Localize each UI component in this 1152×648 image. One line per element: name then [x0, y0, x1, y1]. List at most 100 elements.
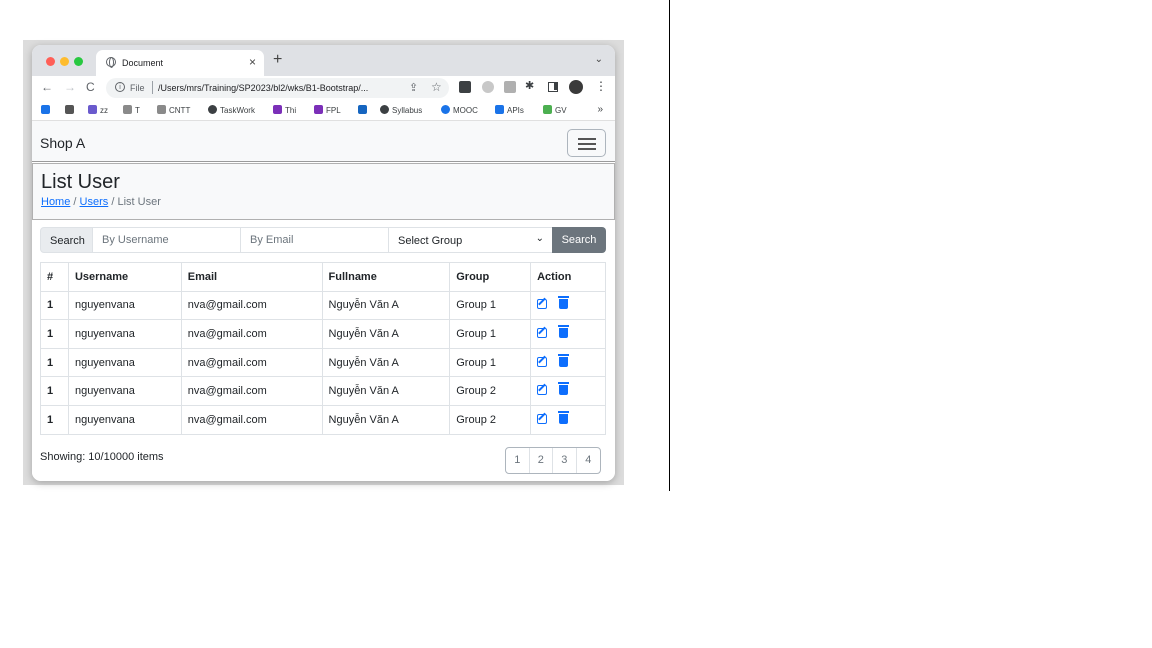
bookmark-item[interactable]: T: [123, 105, 140, 115]
profile-avatar[interactable]: [569, 80, 583, 94]
bookmark-item[interactable]: zz: [88, 105, 108, 115]
tab-search-icon[interactable]: ⌄: [595, 54, 603, 65]
cell-num: 1: [40, 290, 69, 321]
bookmark-item[interactable]: Thi: [273, 105, 296, 115]
globe-icon: [208, 105, 217, 114]
bookmark-item[interactable]: [65, 105, 77, 115]
maximize-window-button[interactable]: [74, 57, 83, 66]
cell-group: Group 1: [449, 290, 532, 321]
menu-kebab-icon[interactable]: ⋮: [595, 79, 607, 93]
search-label-text: Search: [50, 235, 85, 247]
bookmark-item[interactable]: APIs: [495, 105, 524, 115]
bookmark-item[interactable]: FPL: [314, 105, 341, 115]
bookmark-star-icon[interactable]: ☆: [431, 80, 442, 94]
extension-icon[interactable]: [482, 81, 494, 93]
username-search-input[interactable]: [92, 227, 241, 253]
trash-icon[interactable]: [558, 324, 570, 338]
breadcrumb-home-link[interactable]: Home: [41, 196, 70, 208]
column-header: Action: [530, 262, 606, 292]
cell-num: 1: [40, 376, 69, 406]
globe-icon: [380, 105, 389, 114]
email-search-input[interactable]: [240, 227, 389, 253]
minimize-window-button[interactable]: [60, 57, 69, 66]
share-icon[interactable]: ⇪: [409, 81, 418, 94]
address-bar[interactable]: i File /Users/mrs/Training/SP2023/bl2/wk…: [106, 78, 449, 98]
edit-icon[interactable]: [537, 327, 548, 338]
hamburger-icon: [578, 143, 596, 145]
cell-username: nguyenvana: [67, 290, 182, 321]
cell-fullname: Nguyễn Văn A: [321, 290, 451, 321]
cell-email: nva@gmail.com: [180, 290, 323, 321]
cell-fullname: Nguyễn Văn A: [321, 347, 451, 378]
page-link[interactable]: 4: [577, 448, 601, 473]
more-bookmarks-icon[interactable]: »: [597, 104, 603, 115]
breadcrumb-users-link[interactable]: Users: [80, 196, 109, 208]
bookmark-item[interactable]: GV: [543, 105, 567, 115]
group-select-value: Select Group: [398, 235, 463, 247]
breadcrumb-current: List User: [117, 196, 161, 208]
extension-icon[interactable]: [504, 81, 516, 93]
trello-icon: [358, 105, 367, 114]
cell-email: nva@gmail.com: [180, 319, 323, 349]
cell-actions: [530, 404, 606, 435]
cell-email: nva@gmail.com: [180, 404, 323, 435]
bookmark-item[interactable]: CNTT: [157, 105, 190, 115]
extension-icon[interactable]: [459, 81, 471, 93]
bookmark-item[interactable]: MOOC: [441, 105, 478, 115]
cell-group: Group 2: [449, 404, 532, 435]
page-link[interactable]: 2: [530, 448, 553, 473]
bookmarks-bar: zz T CNTT TaskWork Thi FPL Syllabus MOOC…: [32, 100, 615, 121]
hamburger-icon: [578, 138, 596, 140]
bookmark-label: TaskWork: [220, 106, 255, 115]
trash-icon[interactable]: [558, 353, 570, 367]
extensions-puzzle-icon[interactable]: ✱: [525, 79, 534, 92]
breadcrumb-separator: /: [111, 196, 115, 208]
bookmark-item[interactable]: [41, 105, 53, 115]
column-header: Email: [180, 262, 323, 292]
edit-icon[interactable]: [537, 299, 548, 310]
url-text[interactable]: /Users/mrs/Training/SP2023/bl2/wks/B1-Bo…: [158, 83, 368, 93]
showing-count: Showing: 10/10000 items: [40, 451, 164, 463]
close-tab-icon[interactable]: ×: [249, 55, 256, 69]
user-table: # Username Email Fullname Group Action 1…: [40, 262, 606, 435]
navbar-toggler-button[interactable]: [567, 129, 606, 157]
trash-icon[interactable]: [558, 296, 570, 310]
search-button[interactable]: Search: [552, 227, 606, 253]
new-tab-button[interactable]: +: [273, 51, 282, 69]
table-row: 1 nguyenvana nva@gmail.com Nguyễn Văn A …: [40, 404, 606, 435]
bookmark-item[interactable]: [358, 105, 370, 115]
edit-icon[interactable]: [537, 356, 548, 367]
trash-icon[interactable]: [558, 382, 570, 396]
bookmark-label: GV: [555, 106, 567, 115]
navbar-brand[interactable]: Shop A: [40, 135, 85, 151]
bookmark-item[interactable]: Syllabus: [380, 105, 422, 115]
forward-icon[interactable]: →: [64, 80, 76, 94]
divider-line: [669, 0, 670, 491]
edit-icon[interactable]: [537, 385, 548, 396]
page-link[interactable]: 1: [506, 448, 530, 473]
close-window-button[interactable]: [46, 57, 55, 66]
group-select[interactable]: Select Group ⌄: [388, 227, 553, 253]
cell-num: 1: [40, 319, 69, 349]
side-panel-icon[interactable]: [548, 82, 558, 92]
cell-actions: [530, 319, 606, 349]
cell-email: nva@gmail.com: [180, 376, 323, 406]
info-icon[interactable]: i: [115, 82, 125, 92]
folder-icon: [123, 105, 132, 114]
page-content: Shop A List User Home / Users / List Use…: [32, 121, 615, 481]
back-icon[interactable]: ←: [41, 80, 53, 94]
folder-icon: [157, 105, 166, 114]
breadcrumb-separator: /: [73, 196, 77, 208]
bookmark-label: zz: [100, 106, 108, 115]
bookmark-label: Thi: [285, 106, 297, 115]
api-icon: [495, 105, 504, 114]
cell-actions: [530, 290, 606, 321]
tab-title: Document: [122, 58, 164, 68]
page-link[interactable]: 3: [553, 448, 577, 473]
reload-icon[interactable]: C: [86, 80, 95, 94]
edit-icon[interactable]: [537, 413, 548, 424]
trash-icon[interactable]: [558, 410, 570, 424]
bookmark-item[interactable]: TaskWork: [208, 105, 255, 115]
tab-document[interactable]: Document ×: [96, 50, 264, 76]
page-title: List User: [41, 171, 120, 193]
